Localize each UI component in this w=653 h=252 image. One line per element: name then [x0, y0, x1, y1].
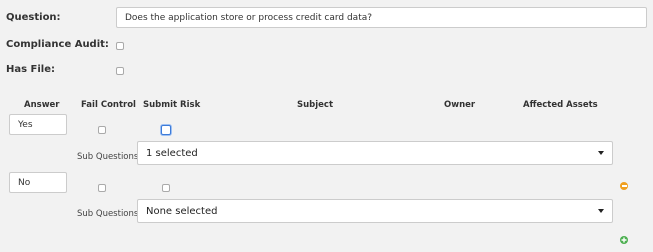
header-affected-assets: Affected Assets: [523, 100, 598, 110]
sub-questions-value: 1 selected: [146, 147, 198, 159]
has-file-label: Has File:: [6, 64, 56, 75]
sub-questions-value: None selected: [146, 205, 218, 217]
plus-circle-icon[interactable]: [620, 236, 628, 244]
header-submit-risk: Submit Risk: [143, 100, 201, 110]
caret-down-icon: [598, 209, 604, 213]
header-fail-control: Fail Control: [81, 100, 136, 110]
fail-control-checkbox[interactable]: [98, 126, 106, 134]
sub-questions-label: Sub Questions:: [77, 152, 142, 162]
compliance-audit-label: Compliance Audit:: [6, 39, 109, 50]
question-input[interactable]: Does the application store or process cr…: [116, 7, 647, 28]
header-owner: Owner: [444, 100, 476, 110]
submit-risk-checkbox[interactable]: [161, 125, 171, 135]
compliance-audit-checkbox[interactable]: [116, 42, 124, 50]
answer-input[interactable]: Yes: [9, 114, 67, 135]
minus-circle-icon[interactable]: [620, 182, 628, 190]
answer-input[interactable]: No: [9, 172, 67, 193]
has-file-checkbox[interactable]: [116, 67, 124, 75]
fail-control-checkbox[interactable]: [98, 184, 106, 192]
question-label: Question:: [6, 12, 61, 23]
caret-down-icon: [598, 151, 604, 155]
submit-risk-checkbox[interactable]: [162, 184, 170, 192]
sub-questions-label: Sub Questions:: [77, 209, 142, 219]
header-answer: Answer: [24, 100, 60, 110]
sub-questions-select[interactable]: 1 selected: [137, 141, 613, 165]
header-subject: Subject: [297, 100, 334, 110]
sub-questions-select[interactable]: None selected: [137, 199, 613, 223]
